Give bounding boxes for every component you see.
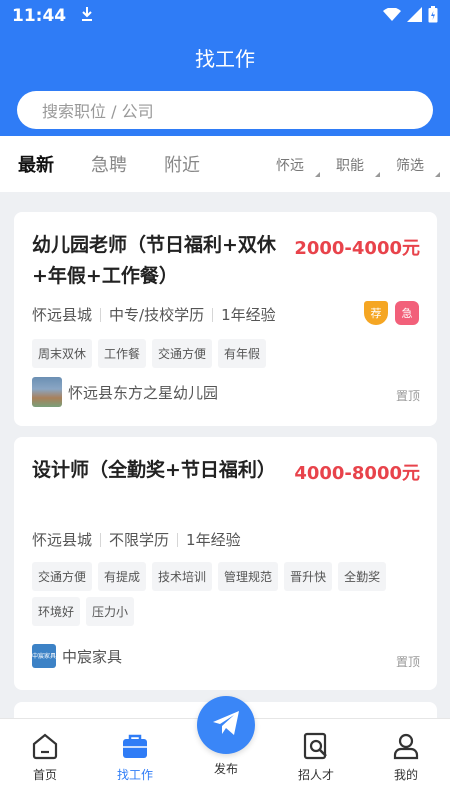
- status-bar: 11:44: [0, 0, 450, 32]
- tab-urgent[interactable]: 急聘: [91, 151, 127, 177]
- urgent-badge: 急: [395, 301, 419, 325]
- user-icon: [371, 728, 441, 764]
- job-education: 中专/技校学历: [109, 306, 205, 324]
- job-tag: 环境好: [32, 597, 81, 626]
- battery-icon: [428, 5, 438, 27]
- job-tag: 晋升快: [284, 562, 333, 591]
- divider: [177, 532, 179, 547]
- tab-latest[interactable]: 最新: [18, 151, 54, 177]
- company-row: 中宸家具 中宸家具: [32, 644, 122, 668]
- job-meta: 怀远县城 不限学历 1年经验: [32, 529, 241, 550]
- home-icon: [10, 728, 80, 764]
- tab-home[interactable]: 首页: [10, 719, 80, 783]
- tab-find-job-label: 找工作: [116, 768, 153, 782]
- job-tags: 周末双休 工作餐 交通方便 有年假: [32, 339, 392, 368]
- pinned-label: 置顶: [395, 389, 420, 403]
- function-caret-icon: [375, 172, 380, 177]
- company-name: 怀远县东方之星幼儿园: [68, 383, 219, 402]
- send-icon: [210, 707, 242, 743]
- job-title: 设计师（全勤奖+节日福利）: [32, 459, 276, 481]
- job-salary: 2000-4000元: [294, 238, 420, 259]
- page-title: 找工作: [195, 47, 255, 71]
- job-experience: 1年经验: [186, 531, 241, 549]
- job-tag: 有年假: [218, 339, 267, 368]
- download-icon: [80, 6, 94, 26]
- search-placeholder: 搜索职位 / 公司: [42, 102, 154, 121]
- job-title: 幼儿园老师（节日福利+双休+年假+工作餐）: [32, 234, 276, 287]
- filter-function[interactable]: 职能: [336, 155, 364, 175]
- header: 找工作 搜索职位 / 公司: [0, 32, 450, 136]
- company-logo: [32, 377, 62, 407]
- recommend-badge: 荐: [364, 301, 388, 325]
- job-card[interactable]: 设计师（全勤奖+节日福利） 4000-8000元 怀远县城 不限学历 1年经验 …: [14, 437, 437, 690]
- tab-publish[interactable]: 发布: [191, 757, 261, 777]
- tab-recruit[interactable]: 招人才: [281, 719, 351, 783]
- job-tag: 交通方便: [32, 562, 93, 591]
- job-education: 不限学历: [109, 531, 170, 549]
- job-tag: 管理规范: [218, 562, 279, 591]
- job-tag: 交通方便: [152, 339, 213, 368]
- job-tag: 有提成: [98, 562, 147, 591]
- tab-home-label: 首页: [32, 768, 57, 782]
- job-location: 怀远县城: [32, 306, 93, 324]
- job-meta: 怀远县城 中专/技校学历 1年经验: [32, 304, 276, 325]
- job-card[interactable]: 幼儿园老师（节日福利+双休+年假+工作餐） 2000-4000元 怀远县城 中专…: [14, 212, 437, 426]
- tab-mine-label: 我的: [393, 768, 418, 782]
- job-tag: 技术培训: [152, 562, 213, 591]
- company-row: 怀远县东方之星幼儿园: [32, 377, 218, 407]
- resume-search-icon: [281, 728, 351, 764]
- tab-nearby[interactable]: 附近: [164, 151, 200, 177]
- more-caret-icon: [435, 172, 440, 177]
- job-tag: 工作餐: [98, 339, 147, 368]
- location-caret-icon: [315, 172, 320, 177]
- search-input[interactable]: 搜索职位 / 公司: [17, 91, 433, 129]
- job-experience: 1年经验: [221, 306, 276, 324]
- pinned-label: 置顶: [395, 655, 420, 669]
- job-tag: 周末双休: [32, 339, 93, 368]
- job-location: 怀远县城: [32, 531, 93, 549]
- divider: [100, 532, 102, 547]
- wifi-icon: [383, 6, 401, 26]
- filter-location[interactable]: 怀远: [276, 155, 304, 175]
- company-name: 中宸家具: [62, 647, 123, 666]
- tab-find-job[interactable]: 找工作: [100, 719, 170, 783]
- divider: [212, 307, 214, 322]
- job-salary: 4000-8000元: [294, 463, 420, 484]
- job-tag: 压力小: [86, 597, 135, 626]
- filter-bar: 最新 急聘 附近 怀远 职能 筛选: [0, 136, 450, 192]
- signal-icon: [407, 6, 422, 26]
- divider: [100, 307, 102, 322]
- job-tags: 交通方便 有提成 技术培训 管理规范 晋升快 全勤奖 环境好 压力小: [32, 562, 392, 626]
- publish-button[interactable]: [197, 696, 255, 754]
- tab-publish-label: 发布: [213, 762, 238, 776]
- filter-more[interactable]: 筛选: [396, 155, 424, 175]
- tab-mine[interactable]: 我的: [371, 719, 441, 783]
- tab-recruit-label: 招人才: [297, 768, 334, 782]
- company-logo: 中宸家具: [32, 644, 56, 668]
- briefcase-icon: [100, 728, 170, 764]
- status-time: 11:44: [12, 6, 67, 26]
- job-tag: 全勤奖: [338, 562, 387, 591]
